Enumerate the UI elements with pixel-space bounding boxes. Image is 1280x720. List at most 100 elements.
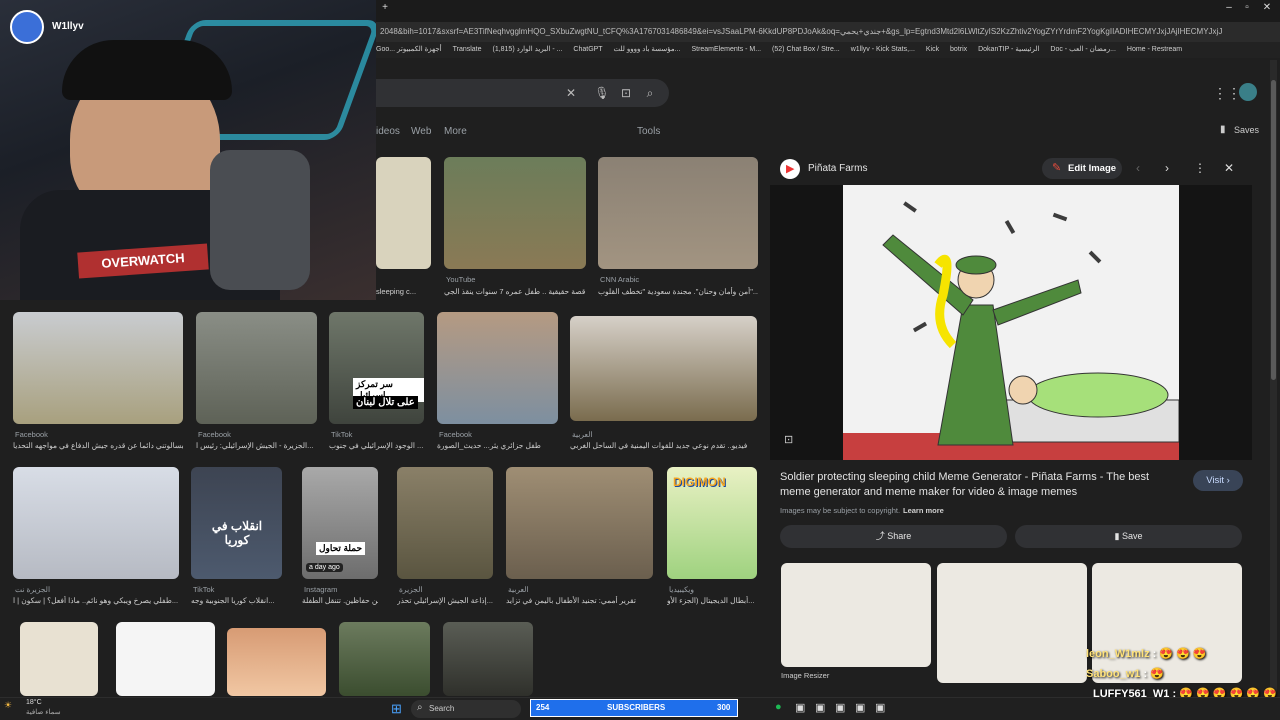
- maximize-button[interactable]: ▫: [1240, 2, 1254, 16]
- saves-icon[interactable]: ▮: [1220, 124, 1226, 135]
- tab-videos[interactable]: ideos: [376, 126, 400, 137]
- related-image[interactable]: [781, 563, 931, 667]
- bookmark-item[interactable]: ChatGPT: [573, 42, 602, 58]
- search-icon[interactable]: ⌕: [642, 85, 658, 101]
- chevron-left-icon[interactable]: ‹: [1136, 161, 1140, 175]
- weather-temp: 18°C: [26, 699, 42, 706]
- result-image[interactable]: [376, 157, 431, 269]
- tab-more[interactable]: More: [444, 126, 467, 137]
- more-options-icon[interactable]: ⋮: [1194, 161, 1206, 175]
- result-title[interactable]: Soldier protecting sleeping child Meme G…: [780, 470, 1180, 500]
- windows-start-icon[interactable]: ⊞: [391, 701, 402, 717]
- result-image[interactable]: [598, 157, 758, 269]
- bookmark-item[interactable]: مؤسسة باد وووو للت...: [614, 42, 681, 58]
- result-caption[interactable]: أبطال الديجيتال (الجزء الأو...: [667, 596, 757, 605]
- streamer-hair: [62, 40, 232, 100]
- result-image[interactable]: [227, 628, 326, 696]
- result-caption[interactable]: يقتسمن حفاظين. تتنقل الطفلة...: [302, 596, 378, 605]
- bookmark-item[interactable]: Doc - رمضان - العب...: [1050, 42, 1116, 58]
- result-image[interactable]: [437, 312, 558, 424]
- result-caption[interactable]: طفلي يصرخ ويبكي وهو نائم.. ماذا أفعل؟ | …: [13, 596, 179, 605]
- saves-link[interactable]: Saves: [1234, 125, 1259, 135]
- bookmark-item[interactable]: البريد الوارد (1,815) - ...: [492, 42, 562, 58]
- result-image[interactable]: [116, 622, 215, 696]
- result-image[interactable]: [20, 622, 98, 696]
- result-image[interactable]: [506, 467, 653, 579]
- page-scrollbar[interactable]: [1270, 60, 1277, 694]
- save-button[interactable]: ▮ Save: [1015, 525, 1242, 548]
- result-image[interactable]: [570, 316, 757, 421]
- close-icon[interactable]: ✕: [1224, 161, 1234, 175]
- result-caption[interactable]: أمن وأمان وحنان". مجندة سعودية "تخطف الق…: [598, 287, 758, 296]
- bookmark-item[interactable]: Goo... أجهزة الكمبيوتر: [376, 42, 442, 58]
- tab-tools[interactable]: Tools: [637, 126, 660, 137]
- lens-search-icon[interactable]: ⊡: [784, 433, 793, 446]
- result-caption[interactable]: الوجود الإسرائيلي في جنوب ...: [329, 441, 424, 450]
- edit-image-button[interactable]: ✎ Edit Image: [1042, 158, 1122, 179]
- site-name[interactable]: Piñata Farms: [808, 163, 867, 174]
- preview-image[interactable]: [843, 185, 1179, 460]
- clear-icon[interactable]: ✕: [563, 85, 579, 101]
- new-tab-button[interactable]: +: [378, 2, 392, 16]
- result-image[interactable]: [443, 622, 533, 696]
- scrollbar-thumb[interactable]: [1271, 80, 1276, 380]
- minimize-button[interactable]: –: [1222, 2, 1236, 16]
- microphone-icon[interactable]: 🎙: [594, 85, 610, 101]
- bookmark-item[interactable]: Kick: [926, 42, 939, 58]
- app-icon[interactable]: ▣: [875, 701, 885, 714]
- result-caption[interactable]: طفل جزائري يثر... حديث_الصورة: [437, 441, 558, 450]
- app-icon[interactable]: ▣: [815, 701, 825, 714]
- result-caption[interactable]: sleeping c...: [376, 287, 431, 296]
- result-image[interactable]: انقلاب في كوريا: [191, 467, 282, 579]
- result-source: Facebook: [15, 430, 48, 439]
- result-caption[interactable]: الجزيرة - الجيش الإسرائيلي: رئيس ا...: [196, 441, 317, 450]
- address-bar[interactable]: 2048&bih=1017&sxsrf=AE3TifNeqhvgglmHQO_S…: [376, 22, 1280, 42]
- taskbar-search-label: Search: [429, 704, 455, 713]
- related-image[interactable]: [1092, 563, 1242, 683]
- app-icon[interactable]: ▣: [795, 701, 805, 714]
- result-image[interactable]: حملة تحاول a day ago: [302, 467, 378, 579]
- result-image[interactable]: [13, 312, 183, 424]
- search-input[interactable]: ✕ 🎙 ⊡ ⌕: [376, 79, 669, 107]
- result-caption[interactable]: إذاعة الجيش الإسرائيلي تحذر...: [397, 596, 493, 605]
- result-image[interactable]: [339, 622, 430, 696]
- bookmark-item[interactable]: botrix: [950, 42, 967, 58]
- lens-icon[interactable]: ⊡: [618, 85, 634, 101]
- result-caption[interactable]: انقلاب كوريا الجنوبية وجه...: [191, 596, 282, 605]
- spotify-icon[interactable]: ●: [775, 701, 782, 713]
- taskbar-search[interactable]: ⌕ Search: [411, 700, 521, 718]
- edit-image-label: Edit Image: [1068, 163, 1117, 174]
- gaming-chair: [210, 150, 310, 290]
- related-image[interactable]: [937, 563, 1087, 683]
- bookmark-item[interactable]: (52) Chat Box / Stre...: [772, 42, 840, 58]
- bookmark-item[interactable]: Home - Restream: [1127, 42, 1182, 58]
- tab-web[interactable]: Web: [411, 126, 431, 137]
- bookmark-item[interactable]: Translate: [453, 42, 482, 58]
- result-image[interactable]: [196, 312, 317, 424]
- share-button[interactable]: ⤴ Share: [780, 525, 1007, 548]
- result-image[interactable]: سر تمركز إسرائيل على تلال لبنان: [329, 312, 424, 424]
- chevron-right-icon[interactable]: ›: [1165, 161, 1169, 175]
- search-icon: ⌕: [417, 702, 423, 713]
- account-avatar[interactable]: [1239, 83, 1257, 101]
- bookmark-item[interactable]: w1llyv - Kick Stats,...: [851, 42, 915, 58]
- bookmark-item[interactable]: DokanTIP - الرئيسية: [978, 42, 1039, 58]
- close-window-button[interactable]: ✕: [1260, 2, 1274, 16]
- result-image[interactable]: [397, 467, 493, 579]
- result-caption[interactable]: فيديو.. تقدم نوعي جديد للقوات اليمنية في…: [570, 441, 757, 450]
- app-icon[interactable]: ▣: [835, 701, 845, 714]
- result-caption[interactable]: بسالوتني دائما عن قدره جيش الدفاع في موا…: [13, 441, 183, 450]
- app-icon[interactable]: ▣: [855, 701, 865, 714]
- bookmark-item[interactable]: StreamElements - M...: [691, 42, 761, 58]
- result-caption[interactable]: تقرير أممي: تجنيد الأطفال باليمن في تزاي…: [506, 596, 653, 605]
- apps-grid-icon[interactable]: ⋮⋮: [1213, 85, 1241, 102]
- result-source: ويكيبيديا: [669, 585, 694, 594]
- result-caption[interactable]: قصة حقيقية .. طفل عمره 7 سنوات ينقذ الجي…: [444, 287, 586, 296]
- result-source: العربية: [572, 430, 593, 439]
- digimon-logo: DIGIMON: [673, 475, 726, 489]
- result-image[interactable]: [13, 467, 179, 579]
- visit-button[interactable]: Visit ›: [1193, 470, 1243, 491]
- result-image[interactable]: [444, 157, 586, 269]
- learn-more-link[interactable]: Learn more: [903, 506, 944, 515]
- result-image[interactable]: DIGIMON: [667, 467, 757, 579]
